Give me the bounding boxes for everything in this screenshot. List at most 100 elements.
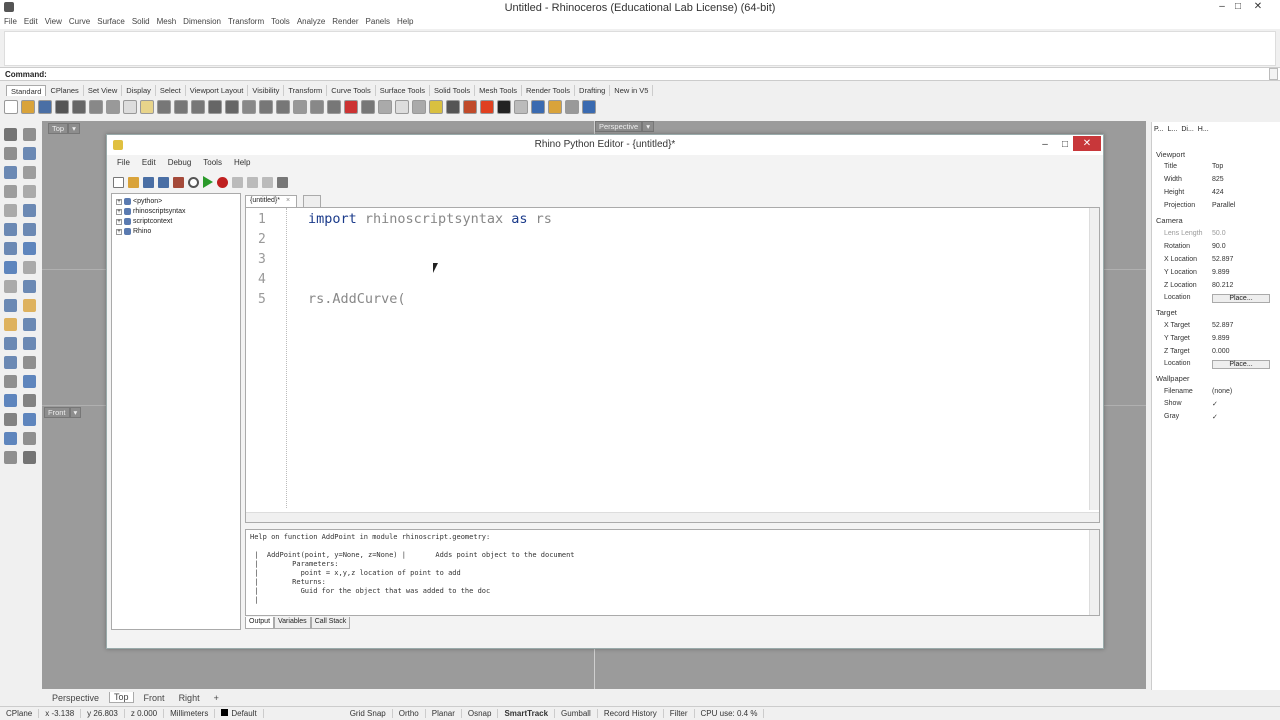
tab-top[interactable]: Top: [109, 692, 134, 703]
tab-right[interactable]: Right: [175, 693, 204, 703]
side-tool-icon[interactable]: [4, 451, 17, 464]
menu-analyze[interactable]: Analyze: [297, 15, 330, 29]
lock-icon[interactable]: [412, 100, 426, 114]
cut-icon[interactable]: [89, 100, 103, 114]
close-icon[interactable]: ✕: [1250, 0, 1266, 14]
status-smarttrack[interactable]: SmartTrack: [498, 709, 556, 718]
tab-front[interactable]: Front: [140, 693, 169, 703]
menu-mesh[interactable]: Mesh: [157, 15, 182, 29]
step-over-icon[interactable]: [247, 176, 258, 188]
side-tool-icon[interactable]: [4, 223, 17, 236]
status-ortho[interactable]: Ortho: [393, 709, 426, 718]
zoom-extents-icon[interactable]: [191, 100, 205, 114]
object-snap-icon[interactable]: [378, 100, 392, 114]
top-viewport-label[interactable]: Top ▾: [48, 123, 80, 134]
prop-value[interactable]: 9.899: [1212, 269, 1270, 276]
properties-tab[interactable]: P...: [1154, 126, 1164, 133]
shade-icon[interactable]: [480, 100, 494, 114]
menu-dimension[interactable]: Dimension: [183, 15, 226, 29]
print-icon[interactable]: [55, 100, 69, 114]
output-tab-output[interactable]: Output: [245, 617, 275, 629]
menu-panels[interactable]: Panels: [366, 15, 395, 29]
material-icon[interactable]: [446, 100, 460, 114]
status-units[interactable]: Millimeters: [164, 709, 216, 718]
prop-value[interactable]: Top: [1212, 163, 1270, 170]
color-icon[interactable]: [429, 100, 443, 114]
expand-icon[interactable]: +: [116, 228, 122, 235]
side-tool-icon[interactable]: [4, 261, 17, 274]
side-tool-icon[interactable]: [4, 318, 17, 331]
toolbar-tab[interactable]: Display: [122, 85, 156, 96]
status-filter[interactable]: Filter: [664, 709, 695, 718]
toolbar-tab[interactable]: Select: [156, 85, 186, 96]
side-tool-icon[interactable]: [4, 185, 17, 198]
perspective-viewport-label[interactable]: Perspective ▾: [595, 121, 654, 132]
paste-icon[interactable]: [123, 100, 137, 114]
menu-help[interactable]: Help: [397, 15, 418, 29]
env-icon[interactable]: [531, 100, 545, 114]
editor-menu-edit[interactable]: Edit: [136, 157, 162, 170]
gray-checkbox[interactable]: ✓: [1212, 413, 1270, 421]
side-tool-icon[interactable]: [23, 242, 36, 255]
side-tool-icon[interactable]: [23, 185, 36, 198]
new-icon[interactable]: [4, 100, 18, 114]
expand-icon[interactable]: +: [116, 198, 122, 205]
side-tool-icon[interactable]: [4, 337, 17, 350]
toolbar-tab[interactable]: Render Tools: [522, 85, 576, 96]
side-tool-icon[interactable]: [23, 394, 36, 407]
top-viewport-dropdown-icon[interactable]: ▾: [68, 123, 80, 134]
side-tool-icon[interactable]: [4, 242, 17, 255]
minimize-icon[interactable]: –: [1214, 0, 1230, 14]
maximize-icon[interactable]: □: [1230, 0, 1246, 14]
side-tool-icon[interactable]: [4, 432, 17, 445]
copy-icon[interactable]: [106, 100, 120, 114]
status-record-history[interactable]: Record History: [598, 709, 664, 718]
show-checkbox[interactable]: ✓: [1212, 400, 1270, 408]
help-tab[interactable]: H...: [1198, 126, 1209, 133]
menu-solid[interactable]: Solid: [132, 15, 155, 29]
perspective-viewport-dropdown-icon[interactable]: ▾: [642, 121, 654, 132]
toolbar-tab[interactable]: Standard: [6, 85, 47, 96]
step-into-icon[interactable]: [232, 176, 243, 188]
save-icon[interactable]: [38, 100, 52, 114]
side-tool-icon[interactable]: [4, 375, 17, 388]
toolbar-tab[interactable]: Mesh Tools: [475, 85, 522, 96]
side-tool-icon[interactable]: [4, 128, 17, 141]
toolbar-tab[interactable]: Transform: [284, 85, 328, 96]
open-icon[interactable]: [21, 100, 35, 114]
status-planar[interactable]: Planar: [426, 709, 462, 718]
editor-menu-tools[interactable]: Tools: [197, 157, 228, 170]
output-tab-call-stack[interactable]: Call Stack: [310, 617, 351, 629]
prop-value[interactable]: 825: [1212, 176, 1270, 183]
menu-surface[interactable]: Surface: [97, 15, 130, 29]
editor-close-icon[interactable]: ✕: [1073, 136, 1101, 151]
output-tab-variables[interactable]: Variables: [274, 617, 311, 629]
menu-transform[interactable]: Transform: [228, 15, 269, 29]
toolbar-tab[interactable]: Surface Tools: [376, 85, 431, 96]
status-gumball[interactable]: Gumball: [555, 709, 598, 718]
side-tool-icon[interactable]: [23, 318, 36, 331]
menu-curve[interactable]: Curve: [69, 15, 95, 29]
sphere-icon[interactable]: [582, 100, 596, 114]
side-tool-icon[interactable]: [4, 147, 17, 160]
tree-item-3[interactable]: + Rhino: [116, 228, 151, 235]
ghosted-icon[interactable]: [497, 100, 511, 114]
menu-edit[interactable]: Edit: [24, 15, 43, 29]
editor-menu-help[interactable]: Help: [228, 157, 256, 170]
expand-icon[interactable]: +: [116, 208, 122, 215]
side-tool-icon[interactable]: [4, 204, 17, 217]
front-viewport-label[interactable]: Front ▾: [44, 407, 82, 418]
tab-untitled[interactable]: {untitled}* ×: [245, 195, 297, 207]
front-viewport-dropdown-icon[interactable]: ▾: [69, 407, 82, 418]
tab-close-icon[interactable]: ×: [286, 197, 290, 204]
menu-file[interactable]: File: [4, 15, 22, 29]
open-folder-icon[interactable]: [128, 176, 139, 188]
prop-value[interactable]: 9.899: [1212, 335, 1270, 342]
side-tool-icon[interactable]: [4, 280, 17, 293]
rendered-icon[interactable]: [514, 100, 528, 114]
menu-view[interactable]: View: [45, 15, 67, 29]
render-icon[interactable]: [463, 100, 477, 114]
grid-snap-icon[interactable]: [344, 100, 358, 114]
undo-icon[interactable]: [140, 100, 154, 114]
editor-maximize-icon[interactable]: □: [1057, 138, 1073, 152]
